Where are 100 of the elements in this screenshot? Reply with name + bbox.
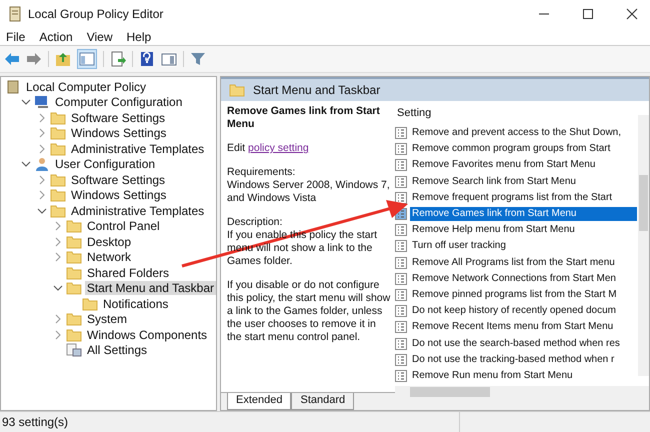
folder-up-icon[interactable] [55,51,71,67]
pane-title: Start Menu and Taskbar [253,83,380,97]
setting-row[interactable]: Remove Recent Items menu from Start Menu [410,320,637,334]
tree-item[interactable]: Shared Folders [85,266,172,280]
setting-row[interactable]: Remove frequent programs list from the Start [410,190,637,205]
policy-setting-link[interactable]: policy setting [248,142,309,154]
folder-icon [66,219,82,234]
setting-row[interactable]: Remove Run menu from Start Menu [410,368,637,383]
tree-item[interactable]: All Settings [85,343,150,358]
chevron-down-icon[interactable] [21,97,31,108]
chevron-right-icon[interactable] [53,252,63,262]
policy-icon [395,321,407,334]
policy-title: Remove Games link from Start Menu [227,105,381,131]
chevron-right-icon[interactable] [53,330,63,340]
policy-icon [395,240,407,252]
folder-icon [50,188,66,202]
edit-label: Edit [227,142,246,154]
tree-item[interactable]: Windows Components [85,328,210,342]
tree-item[interactable]: Local Computer Policy [24,80,148,94]
policy-icon [395,143,407,156]
menu-item[interactable]: File [6,30,26,44]
setting-row[interactable]: Turn off user tracking [410,239,637,254]
scroll-icon [8,6,22,22]
folder-icon [66,250,82,264]
chevron-right-icon[interactable] [53,236,63,247]
view-tab[interactable]: Standard [291,393,354,410]
tree-item[interactable]: Software Settings [69,110,168,125]
tree-item[interactable]: Computer Configuration [53,95,184,110]
setting-row[interactable]: Do not use the tracking-based method when r [410,352,637,367]
setting-row[interactable]: Remove Favorites menu from Start Menu [410,158,637,172]
view-tab[interactable]: Extended [227,393,292,410]
setting-row[interactable]: Remove and prevent access to the Shut Down, [410,126,637,140]
setting-row[interactable]: Remove All Programs list from the Start menu [410,256,637,270]
policy-icon [395,192,407,204]
setting-row[interactable]: Do not use the search-based method when res [410,336,637,351]
status-text: 93 setting(s) [1,415,70,429]
chevron-right-icon[interactable] [37,128,47,138]
policy-icon [395,305,407,318]
window-title: Local Group Policy Editor [28,7,164,21]
vertical-scrollbar[interactable] [638,115,649,376]
folder-icon [229,83,245,97]
tree-item[interactable]: Software Settings [69,172,168,187]
policy-icon [395,272,407,285]
tree-item[interactable]: Start Menu and Taskbar [84,281,216,296]
tree-item[interactable]: Windows Settings [69,126,168,140]
setting-row[interactable]: Remove Help menu from Start Menu [410,223,637,238]
setting-row[interactable]: Remove Network Connections from Start Men [410,272,637,286]
folder-icon [66,312,82,326]
setting-row[interactable]: Remove common program groups from Start [410,142,637,156]
tree-item[interactable]: Windows Settings [69,188,168,202]
policy-icon [395,370,407,382]
tree-item[interactable]: Administrative Templates [69,142,206,156]
folder-icon [66,266,82,280]
chevron-down-icon[interactable] [21,159,31,170]
help-icon[interactable] [139,51,155,67]
setting-row[interactable]: Remove Games link from Start Menu [410,207,637,222]
setting-row[interactable]: Remove pinned programs list from the Start M [410,288,637,302]
folder-icon [50,142,66,156]
maximize-icon[interactable] [582,8,594,20]
filter-icon[interactable] [190,51,206,67]
tree-item[interactable]: Administrative Templates [69,204,206,218]
setting-row[interactable]: Remove Search link from Start Menu [410,174,637,189]
tree-item[interactable]: Control Panel [85,219,162,234]
tree-item[interactable]: User Configuration [53,157,158,172]
horizontal-scrollbar[interactable] [395,386,649,398]
column-header[interactable]: Setting [397,107,432,119]
policy-icon [395,338,407,350]
tree-item[interactable]: Desktop [85,234,134,249]
policy-icon [395,224,407,236]
tree-item[interactable]: System [85,312,130,326]
menu-item[interactable]: View [86,30,112,44]
chevron-down-icon[interactable] [37,206,47,216]
computer-icon [34,95,50,110]
scroll-icon [5,80,21,94]
folder-icon [66,281,82,296]
policy-icon [395,256,407,269]
folder-icon [50,126,66,140]
chevron-right-icon[interactable] [37,112,47,123]
close-icon[interactable] [626,8,638,20]
chevron-right-icon[interactable] [37,174,47,185]
setting-row[interactable]: Do not keep history of recently opened docum [410,304,637,318]
chevron-down-icon[interactable] [53,283,63,294]
policy-icon [395,127,407,140]
chevron-right-icon[interactable] [37,144,47,154]
chevron-right-icon[interactable] [53,221,63,232]
requirements-label: Requirements: [227,166,296,179]
chevron-right-icon[interactable] [53,314,63,324]
pane-icon[interactable] [77,49,97,69]
forward-arrow-icon[interactable] [26,52,42,66]
chevron-right-icon[interactable] [37,190,47,200]
tree-item[interactable]: Notifications [101,296,170,311]
export-list-icon[interactable] [110,51,126,67]
policy-icon [395,159,407,172]
menu-item[interactable]: Help [126,30,152,44]
folder-icon [66,234,82,249]
menu-item[interactable]: Action [39,30,73,44]
pane-icon[interactable] [161,51,177,67]
tree-item[interactable]: Network [85,250,134,264]
folder-icon [50,172,66,187]
back-arrow-icon[interactable] [4,52,20,66]
